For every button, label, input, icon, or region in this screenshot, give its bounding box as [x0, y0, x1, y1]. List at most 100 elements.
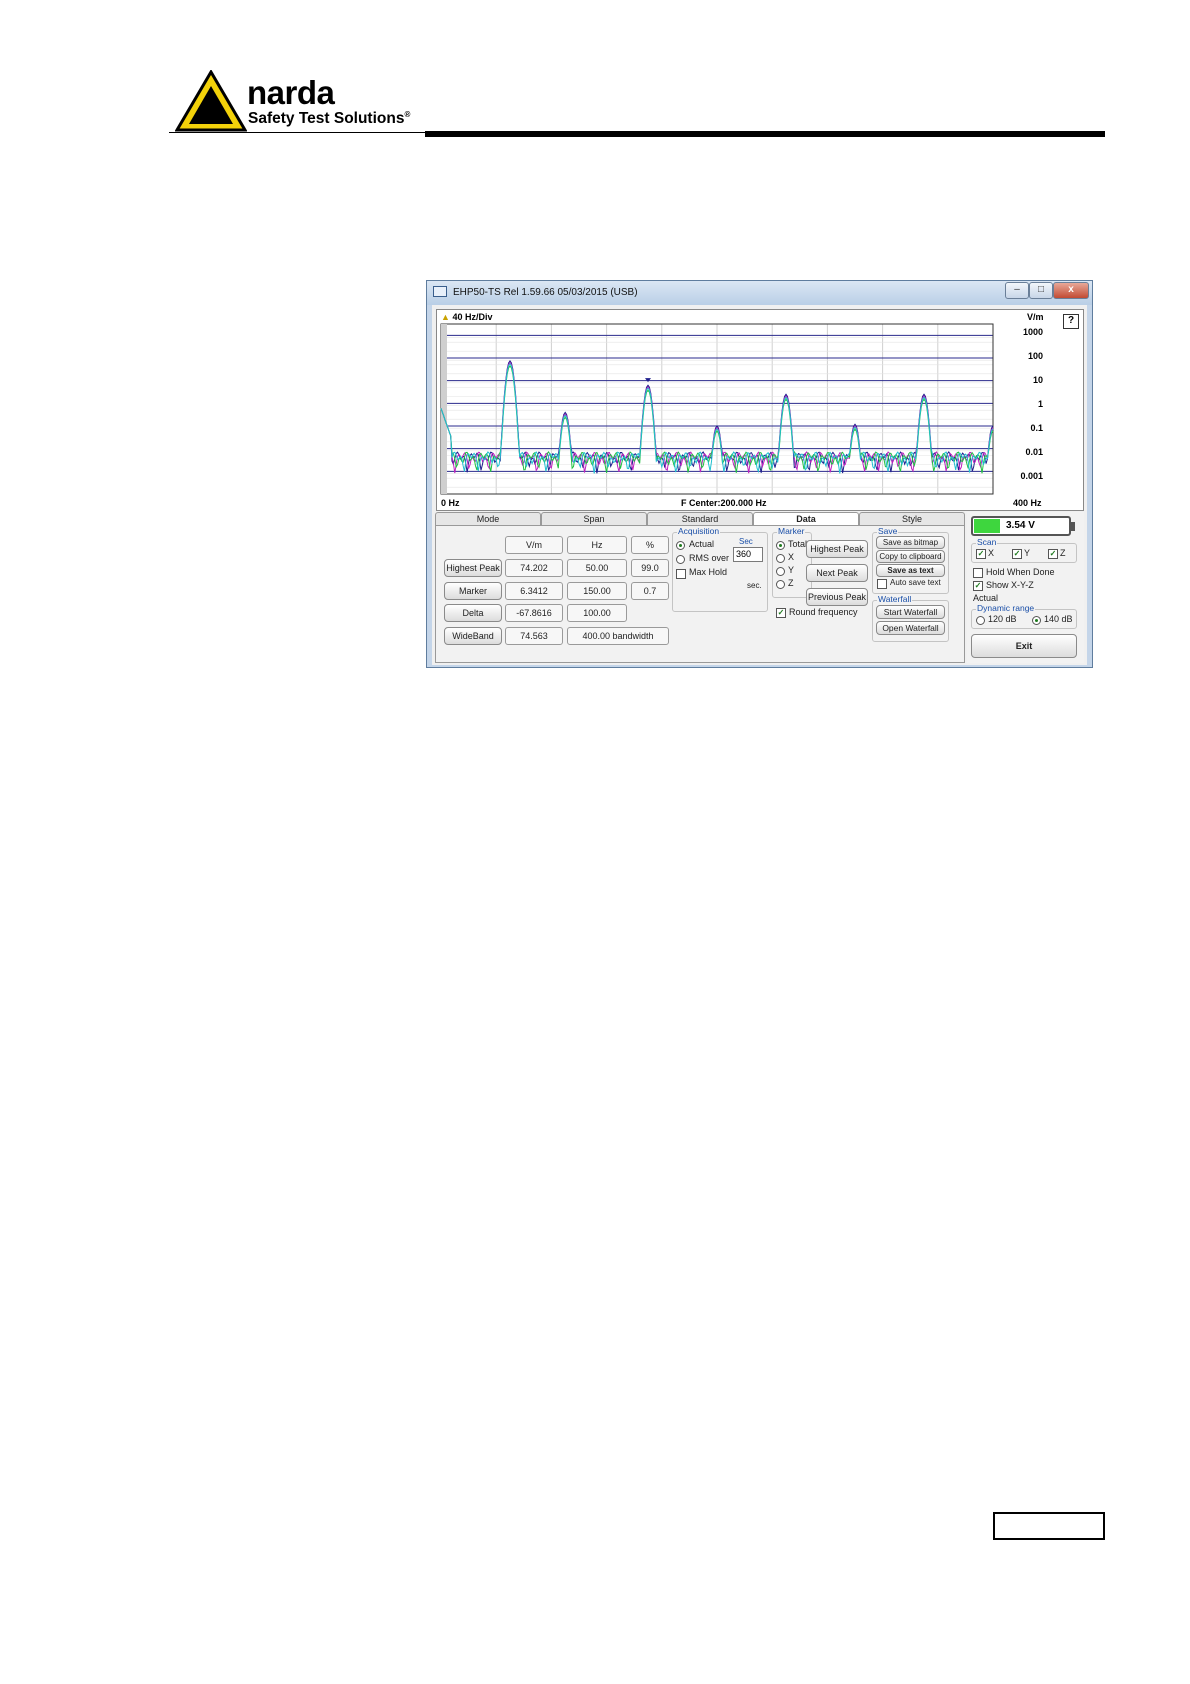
- y-tick: 100: [1027, 351, 1043, 361]
- hold-when-done-checkbox[interactable]: [973, 568, 983, 578]
- tab-bar: Mode Span Standard Data Style: [435, 512, 965, 526]
- waterfall-title: Waterfall: [877, 594, 913, 604]
- dynamic-range-title: Dynamic range: [976, 603, 1036, 613]
- battery-indicator: 3.54 V: [971, 516, 1071, 536]
- window-title: EHP50-TS Rel 1.59.66 05/03/2015 (USB): [453, 287, 638, 298]
- acquisition-title: Acquisition: [677, 526, 721, 536]
- table-cell: 100.00: [567, 604, 627, 622]
- table-cell: 0.7: [631, 582, 669, 600]
- save-as-bitmap-button[interactable]: Save as bitmap: [876, 536, 945, 549]
- header-rule-thin: [169, 132, 425, 133]
- tab-data[interactable]: Data: [753, 512, 859, 526]
- save-title: Save: [877, 526, 899, 536]
- battery-tip: [1071, 522, 1075, 531]
- x-center-label: F Center:200.000 Hz: [681, 498, 767, 508]
- y-tick: 0.01: [1025, 447, 1043, 457]
- scan-z-checkbox[interactable]: ✓: [1048, 549, 1058, 559]
- sec-unit-label: sec.: [747, 581, 762, 590]
- help-button[interactable]: ?: [1063, 314, 1079, 329]
- scan-y-checkbox[interactable]: ✓: [1012, 549, 1022, 559]
- y-tick: 0.1: [1030, 423, 1043, 433]
- marker-y-label: Y: [788, 565, 795, 575]
- table-cell: -67.8616: [505, 604, 563, 622]
- col-header-hz: Hz: [567, 536, 627, 554]
- wideband-row-button[interactable]: WideBand: [444, 627, 502, 645]
- tab-standard[interactable]: Standard: [647, 512, 753, 525]
- marker-row-button[interactable]: Marker: [444, 582, 502, 600]
- dc-band: [441, 324, 447, 494]
- scan-y-label: Y: [1024, 548, 1031, 558]
- table-cell: 400.00 bandwidth: [567, 627, 669, 645]
- warning-icon: ▲: [441, 312, 450, 322]
- table-cell: 6.3412: [505, 582, 563, 600]
- table-cell: 99.0: [631, 559, 669, 577]
- header-rule-thick: [425, 131, 1105, 137]
- data-tab-panel: V/m Hz % Highest Peak 74.202 50.00 99.0 …: [435, 525, 965, 663]
- marker-total-radio[interactable]: [776, 541, 785, 550]
- highest-peak-row-button[interactable]: Highest Peak: [444, 559, 502, 577]
- y-tick: 0.001: [1020, 471, 1043, 481]
- rms-seconds-input[interactable]: 360: [733, 547, 763, 562]
- unit-label: V/m: [1027, 312, 1044, 322]
- marker-total-label: Total: [788, 539, 808, 549]
- marker-y-radio[interactable]: [776, 567, 785, 576]
- exit-button[interactable]: Exit: [971, 634, 1077, 658]
- round-frequency-label: Round frequency: [789, 607, 858, 617]
- actual-status: Actual: [973, 593, 999, 603]
- spectrum-chart: [440, 323, 994, 495]
- marker-z-label: Z: [788, 578, 794, 588]
- marker-x-label: X: [788, 552, 795, 562]
- tab-style[interactable]: Style: [859, 512, 965, 525]
- delta-row-button[interactable]: Delta: [444, 604, 502, 622]
- scan-x-label: X: [988, 548, 995, 558]
- actual-radio[interactable]: [676, 541, 685, 550]
- div-label: ▲ 40 Hz/Div: [441, 312, 493, 322]
- registered-mark: ®: [404, 110, 411, 119]
- scan-title: Scan: [976, 537, 998, 547]
- tab-span[interactable]: Span: [541, 512, 647, 525]
- next-peak-button[interactable]: Next Peak: [806, 564, 868, 582]
- round-frequency-checkbox[interactable]: ✓: [776, 608, 786, 618]
- open-waterfall-button[interactable]: Open Waterfall: [876, 621, 945, 635]
- highest-peak-button[interactable]: Highest Peak: [806, 540, 868, 558]
- dr-140-label: 140 dB: [1044, 614, 1073, 624]
- dr-140-radio[interactable]: [1032, 616, 1041, 625]
- marker-triangle: [645, 378, 651, 383]
- max-hold-checkbox[interactable]: [676, 569, 686, 579]
- client-area: ▲ 40 Hz/Div V/m ? 0 Hz F Center:200.000 …: [432, 305, 1087, 665]
- table-cell: 74.563: [505, 627, 563, 645]
- marker-x-radio[interactable]: [776, 554, 785, 563]
- tab-mode[interactable]: Mode: [435, 512, 541, 525]
- y-tick: 1000: [1022, 327, 1043, 337]
- close-button[interactable]: x: [1053, 282, 1089, 299]
- scan-x-checkbox[interactable]: ✓: [976, 549, 986, 559]
- minimize-button[interactable]: –: [1005, 282, 1029, 299]
- narda-logo-triangle: [175, 70, 247, 132]
- rms-over-radio[interactable]: [676, 555, 685, 564]
- sec-group-label: Sec: [739, 537, 753, 546]
- y-tick: 1: [1037, 399, 1043, 409]
- table-cell: 74.202: [505, 559, 563, 577]
- table-cell: 150.00: [567, 582, 627, 600]
- maximize-button[interactable]: □: [1029, 282, 1053, 299]
- page-number-box: [993, 1512, 1105, 1540]
- start-waterfall-button[interactable]: Start Waterfall: [876, 605, 945, 619]
- acquisition-group: Acquisition Actual RMS over Max Hold Sec…: [672, 526, 768, 612]
- col-header-vm: V/m: [505, 536, 563, 554]
- brand-tagline: Safety Test Solutions®: [248, 110, 411, 127]
- battery-fill: [974, 519, 1000, 533]
- copy-to-clipboard-button[interactable]: Copy to clipboard: [876, 550, 945, 563]
- save-as-text-button[interactable]: Save as text: [876, 564, 945, 577]
- show-xyz-checkbox[interactable]: ✓: [973, 581, 983, 591]
- marker-title: Marker: [777, 526, 806, 536]
- show-xyz-label: Show X-Y-Z: [986, 580, 1034, 590]
- dynamic-range-group: Dynamic range 120 dB 140 dB: [971, 603, 1077, 629]
- rms-over-label: RMS over: [689, 553, 730, 563]
- y-tick: 10: [1032, 375, 1043, 385]
- app-window: EHP50-TS Rel 1.59.66 05/03/2015 (USB) – …: [426, 280, 1093, 668]
- previous-peak-button[interactable]: Previous Peak: [806, 588, 868, 606]
- dr-120-radio[interactable]: [976, 616, 985, 625]
- marker-z-radio[interactable]: [776, 580, 785, 589]
- auto-save-text-checkbox[interactable]: [877, 579, 887, 589]
- scan-z-label: Z: [1060, 548, 1066, 558]
